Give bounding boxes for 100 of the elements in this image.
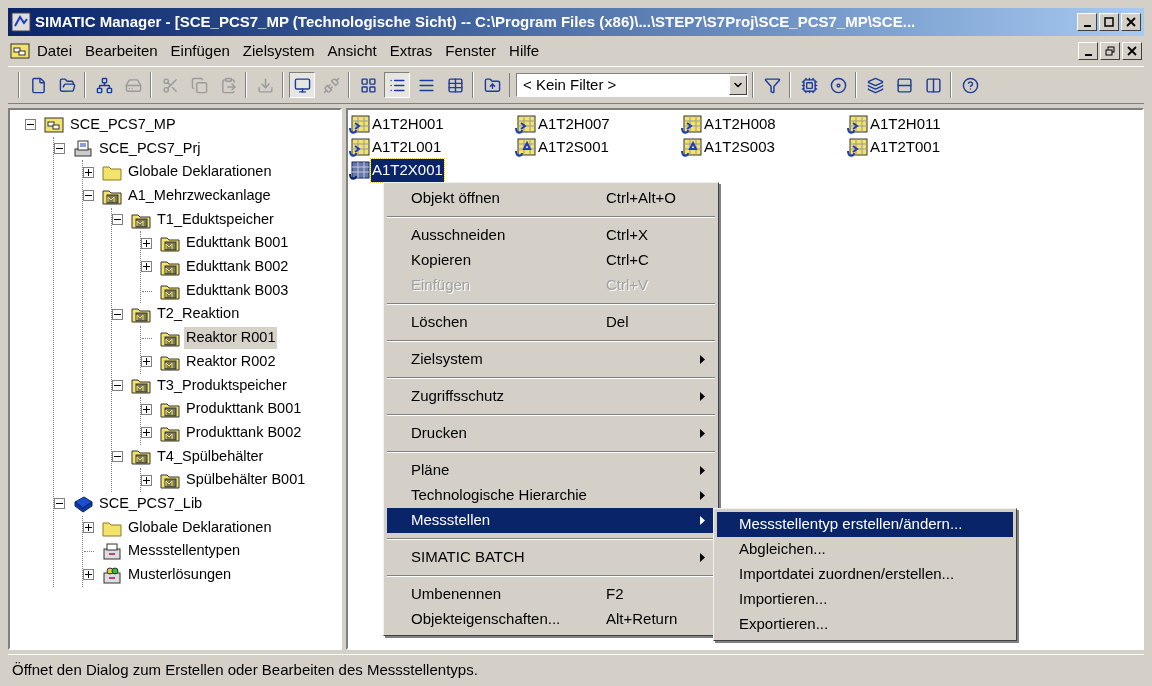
- tree-item[interactable]: Globale Deklarationen: [126, 161, 274, 184]
- chart-icon: [349, 137, 371, 158]
- object-item[interactable]: A1T2S003: [703, 136, 776, 159]
- tree-item[interactable]: SCE_PCS7_MP: [68, 113, 178, 136]
- book-icon: [73, 494, 93, 513]
- tree-item[interactable]: T1_Eduktspeicher: [155, 208, 276, 231]
- collapse-toggle[interactable]: [111, 450, 123, 462]
- folder-icon: [102, 163, 122, 182]
- submenu-arrow-icon: [700, 491, 705, 500]
- restore-icon: [1105, 46, 1115, 56]
- submenu-arrow-icon: [700, 355, 705, 364]
- expand-toggle[interactable]: [140, 261, 152, 273]
- collapse-toggle[interactable]: [82, 190, 94, 202]
- tree-item[interactable]: Musterlösungen: [126, 564, 234, 586]
- object-item[interactable]: A1T2S001: [537, 136, 610, 159]
- expand-toggle[interactable]: [140, 403, 152, 415]
- expand-toggle[interactable]: [82, 569, 94, 581]
- submenu-arrow-icon: [700, 466, 705, 475]
- context-menu-item[interactable]: Objekt öffnen Ctrl+Alt+O: [387, 186, 715, 211]
- menu-item[interactable]: Fenster: [439, 39, 503, 63]
- plant-folder-icon: [160, 471, 180, 490]
- object-item[interactable]: A1T2H008: [703, 113, 777, 136]
- tree-item[interactable]: Edukttank B002: [184, 256, 291, 278]
- submenu-item[interactable]: Exportieren...: [717, 612, 1013, 637]
- context-menu-item[interactable]: Zielsystem: [387, 347, 715, 372]
- monitor-icon[interactable]: [289, 72, 315, 98]
- plus-icon: [142, 429, 150, 437]
- document-minimize-button[interactable]: [1078, 42, 1098, 60]
- object-item[interactable]: A1T2T001: [869, 136, 942, 159]
- submenu-arrow-icon: [700, 516, 705, 525]
- object-item[interactable]: A1T2X001: [371, 159, 444, 182]
- maximize-icon: [1104, 17, 1114, 27]
- submenu-item[interactable]: Importieren...: [717, 587, 1013, 612]
- tree-item[interactable]: Produkttank B002: [184, 421, 304, 444]
- plus-icon: [142, 263, 150, 271]
- collapse-toggle[interactable]: [53, 498, 65, 510]
- context-menu-item[interactable]: Pläne: [387, 458, 715, 483]
- tree-item[interactable]: Edukttank B003: [184, 279, 291, 302]
- plus-icon: [142, 239, 150, 247]
- chart-icon: [681, 137, 703, 158]
- context-menu-item[interactable]: Ausschneiden Ctrl+X: [387, 223, 715, 248]
- context-menu-item[interactable]: SIMATIC BATCH: [387, 545, 715, 570]
- expand-toggle[interactable]: [140, 356, 152, 368]
- context-menu-item[interactable]: Löschen Del: [387, 310, 715, 335]
- menu-item[interactable]: Bearbeiten: [79, 39, 164, 63]
- object-item[interactable]: A1T2L001: [371, 136, 443, 159]
- tree-item[interactable]: T2_Reaktion: [155, 303, 242, 326]
- expand-toggle[interactable]: [140, 427, 152, 439]
- tree-item[interactable]: SCE_PCS7_Lib: [97, 492, 205, 515]
- collapse-toggle[interactable]: [111, 214, 123, 226]
- collapse-toggle[interactable]: [53, 143, 65, 155]
- expand-toggle[interactable]: [82, 522, 94, 534]
- object-item[interactable]: A1T2H001: [371, 113, 445, 136]
- close-button[interactable]: [1121, 13, 1141, 31]
- context-menu-item[interactable]: Zugriffsschutz: [387, 384, 715, 409]
- tree-item[interactable]: Reaktor R002: [184, 350, 278, 373]
- plant-folder-icon: [131, 447, 151, 466]
- filter-dropdown[interactable]: < Kein Filter >: [516, 73, 748, 97]
- menu-item[interactable]: Extras: [383, 39, 439, 63]
- context-menu-item[interactable]: Kopieren Ctrl+C: [387, 248, 715, 273]
- document-restore-button[interactable]: [1100, 42, 1120, 60]
- tree-item[interactable]: A1_Mehrzweckanlage: [126, 185, 273, 207]
- minimize-button[interactable]: [1077, 13, 1097, 31]
- plus-icon: [142, 358, 150, 366]
- collapse-toggle[interactable]: [111, 308, 123, 320]
- context-menu-item[interactable]: Objekteigenschaften... Alt+Return: [387, 607, 715, 632]
- chart-icon: [349, 160, 371, 181]
- menu-item[interactable]: Einfügen: [164, 39, 236, 63]
- tree-item[interactable]: SCE_PCS7_Prj: [97, 137, 203, 160]
- small-icons-icon[interactable]: [384, 72, 410, 98]
- menu-item[interactable]: Hilfe: [503, 39, 546, 63]
- object-item[interactable]: A1T2H007: [537, 113, 611, 136]
- maximize-button[interactable]: [1099, 13, 1119, 31]
- collapse-toggle[interactable]: [111, 379, 123, 391]
- tree-item[interactable]: Messstellentypen: [126, 540, 243, 563]
- close-icon: [1126, 17, 1136, 27]
- menu-item[interactable]: Ansicht: [321, 39, 383, 63]
- expand-toggle[interactable]: [140, 237, 152, 249]
- object-item[interactable]: A1T2H011: [869, 113, 942, 136]
- context-menu-item[interactable]: Messstellen: [387, 508, 715, 533]
- menu-item[interactable]: Datei: [31, 39, 79, 63]
- tree-item[interactable]: Reaktor R001: [184, 327, 278, 349]
- context-menu-item[interactable]: Drucken: [387, 421, 715, 446]
- submenu-arrow-icon: [700, 553, 705, 562]
- collapse-toggle[interactable]: [24, 119, 36, 131]
- menu-item[interactable]: Zielsystem: [236, 39, 321, 63]
- document-close-button[interactable]: [1122, 42, 1142, 60]
- context-menu-item[interactable]: Technologische Hierarchie: [387, 483, 715, 508]
- tree-item[interactable]: Edukttank B001: [184, 232, 291, 255]
- expand-toggle[interactable]: [82, 166, 94, 178]
- submenu-item[interactable]: Messstellentyp erstellen/ändern...: [717, 512, 1013, 537]
- submenu-item[interactable]: Abgleichen...: [717, 537, 1013, 562]
- tree-item[interactable]: Globale Deklarationen: [126, 516, 274, 539]
- submenu-item[interactable]: Importdatei zuordnen/erstellen...: [717, 562, 1013, 587]
- context-menu-item[interactable]: Umbenennen F2: [387, 582, 715, 607]
- tree-item[interactable]: Produkttank B001: [184, 398, 304, 420]
- tree-item[interactable]: T3_Produktspeicher: [155, 374, 289, 397]
- tree-item[interactable]: T4_Spülbehälter: [155, 445, 266, 468]
- tree-item[interactable]: Spülbehälter B001: [184, 469, 308, 492]
- expand-toggle[interactable]: [140, 474, 152, 486]
